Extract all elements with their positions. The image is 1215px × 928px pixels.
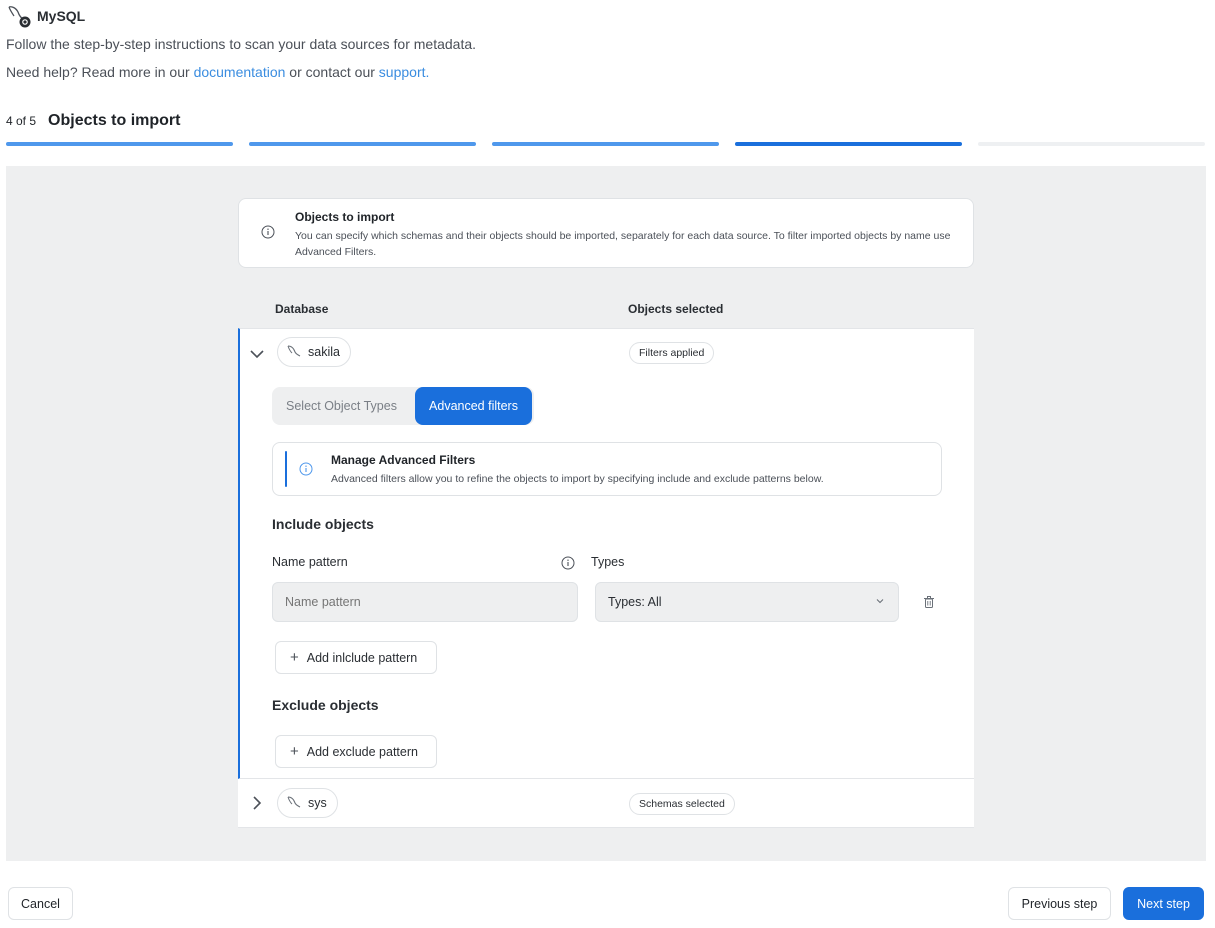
- tab-advanced-filters[interactable]: Advanced filters: [415, 387, 532, 425]
- progress-step-3: [492, 142, 719, 146]
- advanced-filters-card: Manage Advanced Filters Advanced filters…: [272, 442, 942, 496]
- advanced-filters-title: Manage Advanced Filters: [331, 453, 476, 467]
- name-pattern-label: Name pattern: [272, 555, 348, 569]
- add-include-pattern-label: Add inlclude pattern: [306, 650, 418, 665]
- progress-step-1: [6, 142, 233, 146]
- name-pattern-input[interactable]: [272, 582, 578, 622]
- previous-step-button[interactable]: Previous step: [1008, 887, 1111, 920]
- add-exclude-pattern-label: Add exclude pattern: [306, 744, 418, 759]
- chevron-down-icon[interactable]: [249, 346, 265, 365]
- info-description: You can specify which schemas and their …: [295, 230, 951, 258]
- types-select-value: Types: All: [608, 595, 662, 609]
- filter-mode-toggle: Select Object Types Advanced filters: [272, 387, 534, 425]
- wizard-progress: [6, 142, 1206, 146]
- column-header-database: Database: [275, 302, 329, 316]
- info-icon: [261, 225, 275, 242]
- trash-icon[interactable]: [922, 595, 936, 612]
- info-card: Objects to import You can specify which …: [238, 198, 974, 268]
- mysql-dolphin-icon: [286, 343, 302, 362]
- status-badge: Filters applied: [629, 342, 715, 364]
- content-panel: Objects to import You can specify which …: [6, 166, 1206, 861]
- status-badge: Schemas selected: [629, 793, 735, 815]
- step-counter: 4 of 5: [6, 114, 37, 128]
- exclude-objects-title: Exclude objects: [272, 697, 379, 713]
- page-header: MySQL: [6, 4, 85, 28]
- help-middle: or contact our: [285, 64, 379, 80]
- progress-step-5: [978, 142, 1205, 146]
- database-pill[interactable]: sakila: [277, 337, 351, 367]
- database-table: sakila Filters applied Select Object Typ…: [238, 328, 974, 828]
- include-objects-title: Include objects: [272, 516, 374, 532]
- table-row: sakila Filters applied Select Object Typ…: [238, 328, 974, 779]
- database-pill[interactable]: sys: [277, 788, 338, 818]
- column-header-objects: Objects selected: [628, 302, 724, 316]
- types-select[interactable]: Types: All: [595, 582, 899, 622]
- app-title: MySQL: [37, 8, 86, 24]
- next-step-button[interactable]: Next step: [1123, 887, 1204, 920]
- types-label: Types: [591, 555, 625, 569]
- support-link[interactable]: support.: [379, 64, 430, 80]
- plus-icon: +: [290, 649, 299, 666]
- step-header: 4 of 5 Objects to import: [6, 112, 180, 130]
- table-row[interactable]: sys Schemas selected: [238, 779, 974, 828]
- title-row: MySQL: [6, 4, 85, 28]
- help-text: Need help? Read more in our documentatio…: [6, 64, 429, 80]
- step-title: Objects to import: [48, 112, 181, 129]
- plus-icon: +: [290, 743, 299, 760]
- advanced-filters-description: Advanced filters allow you to refine the…: [331, 473, 824, 485]
- add-exclude-pattern-button[interactable]: + Add exclude pattern: [275, 735, 437, 768]
- intro-text: Follow the step-by-step instructions to …: [6, 36, 477, 52]
- mysql-dolphin-icon: [6, 4, 32, 28]
- chevron-down-icon: [874, 594, 886, 610]
- help-prefix: Need help? Read more in our: [6, 64, 194, 80]
- progress-step-2: [249, 142, 476, 146]
- tab-select-object-types[interactable]: Select Object Types: [286, 387, 397, 425]
- database-name: sakila: [308, 345, 340, 359]
- documentation-link[interactable]: documentation: [194, 64, 286, 80]
- progress-step-4: [735, 142, 962, 146]
- info-icon: [299, 462, 313, 479]
- accent-bar: [285, 451, 287, 487]
- cancel-button[interactable]: Cancel: [8, 887, 73, 920]
- chevron-right-icon[interactable]: [249, 795, 265, 814]
- info-icon[interactable]: [561, 556, 575, 573]
- info-title: Objects to import: [295, 210, 395, 224]
- database-name: sys: [308, 796, 327, 810]
- mysql-dolphin-icon: [286, 794, 302, 813]
- add-include-pattern-button[interactable]: + Add inlclude pattern: [275, 641, 437, 674]
